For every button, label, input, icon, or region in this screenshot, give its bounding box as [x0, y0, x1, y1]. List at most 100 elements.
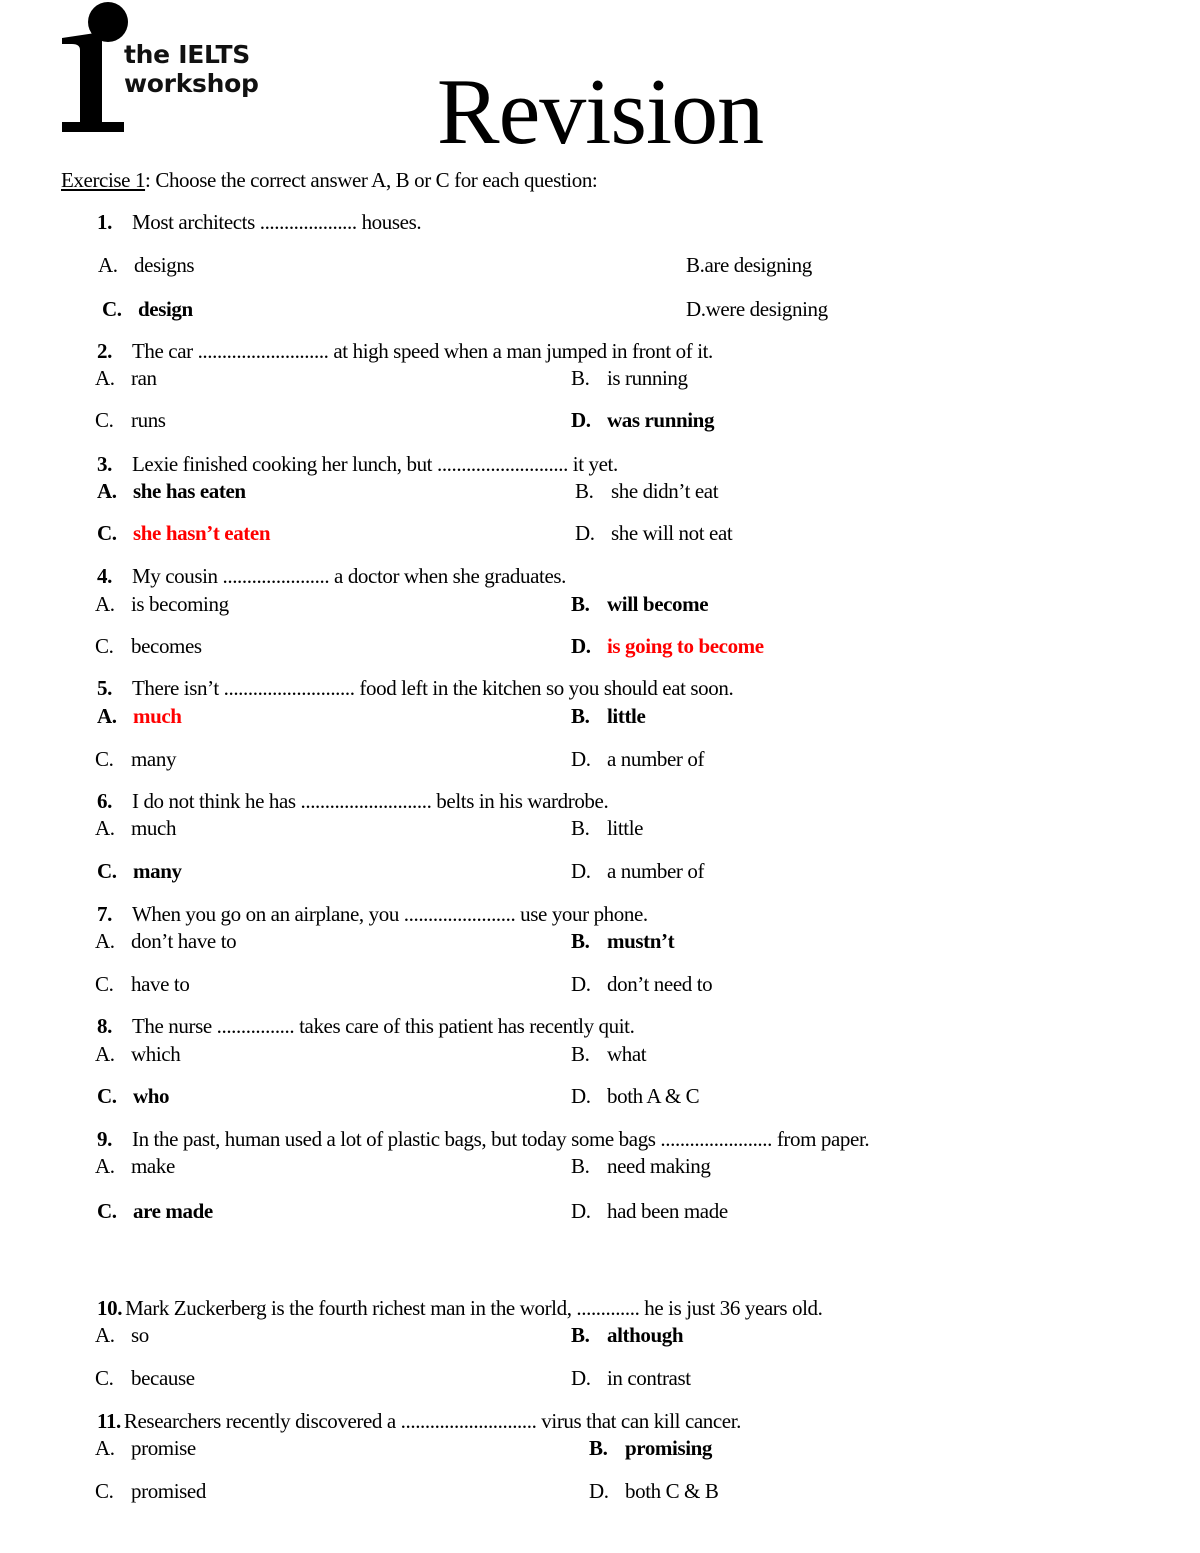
question-number: 1. — [97, 210, 112, 234]
option-d[interactable]: D. in contrast — [571, 1365, 691, 1391]
option-b[interactable]: B. will become — [571, 591, 709, 617]
option-c[interactable]: C. she hasn’t eaten — [97, 520, 271, 546]
option-label: A. — [95, 1042, 115, 1066]
question-number: 7. — [97, 902, 112, 926]
option-text: both A & C — [607, 1084, 700, 1108]
option-label: C. — [97, 1084, 117, 1108]
exercise-instruction: Exercise 1: Choose the correct answer A,… — [61, 167, 598, 193]
option-text: make — [131, 1154, 175, 1178]
option-text: design — [138, 297, 193, 321]
option-label: B. — [571, 366, 590, 390]
option-d[interactable]: D. both A & C — [571, 1083, 700, 1109]
option-label: C. — [97, 859, 117, 883]
option-text: were designing — [705, 297, 829, 321]
option-b[interactable]: B. promising — [589, 1435, 712, 1461]
option-c[interactable]: C. promised — [95, 1478, 206, 1504]
option-d[interactable]: D. she will not eat — [575, 520, 733, 546]
option-label: C. — [95, 408, 114, 432]
option-d[interactable]: D. a number of — [571, 858, 704, 884]
question-number: 3. — [97, 452, 112, 476]
option-b[interactable]: B. mustn’t — [571, 928, 675, 954]
option-label: C. — [95, 634, 114, 658]
option-label: B. — [571, 1323, 590, 1347]
option-text: runs — [131, 408, 166, 432]
option-text: are designing — [704, 253, 812, 277]
option-text: is going to become — [607, 634, 764, 658]
option-a[interactable]: A. which — [95, 1041, 181, 1067]
option-text: many — [131, 747, 177, 771]
option-text: designs — [134, 253, 195, 277]
option-c[interactable]: C. have to — [95, 971, 190, 997]
option-text: she has eaten — [133, 479, 246, 503]
option-b[interactable]: B.are designing — [686, 252, 812, 278]
option-a[interactable]: A. ran — [95, 365, 157, 391]
option-text: she will not eat — [611, 521, 733, 545]
question-11: 11. Researchers recently discovered a ...… — [97, 1408, 741, 1434]
option-label: C. — [95, 972, 114, 996]
option-label: A. — [97, 479, 117, 503]
option-label: B. — [571, 1042, 590, 1066]
question-text: Most architects .................... hou… — [132, 210, 422, 234]
question-4: 4. My cousin ...................... a doc… — [97, 563, 566, 589]
option-text: have to — [131, 972, 190, 996]
option-text: is becoming — [131, 592, 229, 616]
option-text: promised — [131, 1479, 206, 1503]
option-a[interactable]: A. make — [95, 1153, 175, 1179]
option-text: she hasn’t eaten — [133, 521, 271, 545]
option-a[interactable]: A. don’t have to — [95, 928, 237, 954]
option-c[interactable]: C. because — [95, 1365, 195, 1391]
option-label: D. — [571, 859, 591, 883]
option-d[interactable]: D. don’t need to — [571, 971, 713, 997]
option-d[interactable]: D. is going to become — [571, 633, 764, 659]
option-label: A. — [95, 1323, 115, 1347]
question-number: 11. — [97, 1409, 121, 1433]
option-a[interactable]: A. designs — [98, 252, 195, 278]
option-text: had been made — [607, 1199, 728, 1223]
option-text: many — [133, 859, 182, 883]
option-c[interactable]: C. many — [95, 746, 176, 772]
option-a[interactable]: A. much — [97, 703, 182, 729]
option-d[interactable]: D. both C & B — [589, 1478, 719, 1504]
option-a[interactable]: A. so — [95, 1322, 149, 1348]
option-label: B. — [571, 816, 590, 840]
option-d[interactable]: D. had been made — [571, 1198, 728, 1224]
option-text: little — [607, 704, 646, 728]
option-c[interactable]: C. becomes — [95, 633, 202, 659]
option-label: D. — [686, 297, 706, 321]
option-text: who — [133, 1084, 170, 1108]
option-c[interactable]: C. are made — [97, 1198, 213, 1224]
option-label: A. — [95, 366, 115, 390]
option-a[interactable]: A. promise — [95, 1435, 196, 1461]
option-c[interactable]: C. design — [102, 296, 193, 322]
option-text: don’t have to — [131, 929, 237, 953]
option-c[interactable]: C. runs — [95, 407, 166, 433]
question-text: I do not think he has ..................… — [132, 789, 609, 813]
option-b[interactable]: B. she didn’t eat — [575, 478, 719, 504]
option-text: which — [131, 1042, 181, 1066]
option-text: was running — [607, 408, 715, 432]
option-text: mustn’t — [607, 929, 675, 953]
option-a[interactable]: A. much — [95, 815, 176, 841]
option-b[interactable]: B. little — [571, 815, 643, 841]
option-label: B. — [575, 479, 594, 503]
option-a[interactable]: A. she has eaten — [97, 478, 246, 504]
question-text: When you go on an airplane, you ........… — [132, 902, 648, 926]
option-text: although — [607, 1323, 684, 1347]
option-b[interactable]: B. what — [571, 1041, 647, 1067]
option-c[interactable]: C. many — [97, 858, 182, 884]
option-c[interactable]: C. who — [97, 1083, 170, 1109]
option-text: in contrast — [607, 1366, 691, 1390]
option-d[interactable]: D.were designing — [686, 296, 828, 322]
option-a[interactable]: A. is becoming — [95, 591, 229, 617]
option-text: are made — [133, 1199, 213, 1223]
option-b[interactable]: B. little — [571, 703, 646, 729]
option-b[interactable]: B. although — [571, 1322, 684, 1348]
option-b[interactable]: B. need making — [571, 1153, 711, 1179]
option-label: C. — [97, 1199, 117, 1223]
option-b[interactable]: B. is running — [571, 365, 688, 391]
question-text: Researchers recently discovered a ......… — [123, 1409, 742, 1433]
option-d[interactable]: D. a number of — [571, 746, 704, 772]
option-label: A. — [95, 929, 115, 953]
option-d[interactable]: D. was running — [571, 407, 714, 433]
option-text: promising — [625, 1436, 713, 1460]
